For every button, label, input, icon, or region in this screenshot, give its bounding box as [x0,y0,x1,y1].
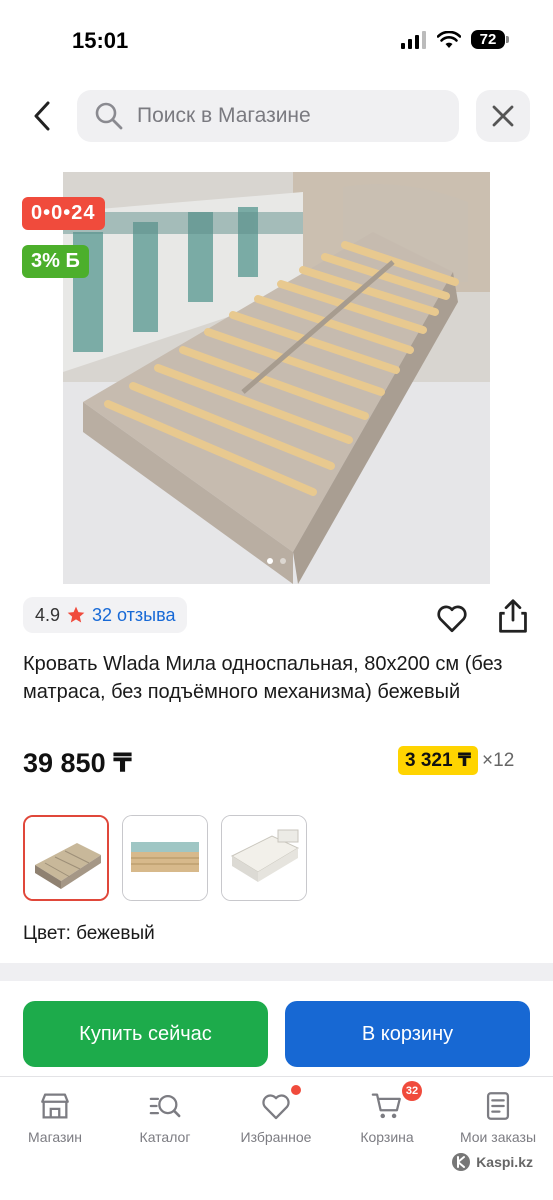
watermark-text: Kaspi.kz [476,1154,533,1170]
tab-favorites[interactable]: Избранное [221,1085,331,1145]
installment-info: 3 321 ₸ ×12 [398,746,514,775]
signal-icon [401,30,426,49]
search-icon [95,102,123,130]
product-price: 39 850 ₸ [23,748,132,778]
tab-label: Избранное [240,1129,312,1145]
share-icon [499,599,527,633]
battery-indicator: 72 [471,30,509,49]
rating-value: 4.9 [35,604,61,625]
bed-thumb-image [123,816,207,900]
chevron-left-icon [34,101,50,131]
installment-amount: 3 321 ₸ [398,746,479,775]
status-icons: 72 [401,30,509,49]
heart-icon [437,605,467,633]
tab-orders[interactable]: Мои заказы [443,1089,553,1145]
rating-pill[interactable]: 4.9 32 отзыва [23,597,188,633]
reviews-link[interactable]: 32 отзыва [92,605,175,626]
search-input[interactable]: Поиск в Магазине [77,90,459,142]
variant-thumb-3[interactable] [221,815,307,901]
heart-icon [262,1094,290,1120]
store-icon [41,1093,69,1119]
search-placeholder: Поиск в Магазине [137,104,311,127]
tab-label: Магазин [27,1129,82,1145]
product-title: Кровать Wlada Мила односпальная, 80x200 … [23,653,503,703]
add-to-cart-button[interactable]: В корзину [285,1001,530,1067]
tab-label: Корзина [360,1129,414,1145]
product-image[interactable] [63,172,490,584]
close-icon [492,105,514,127]
timer-badge: 0•0•24 [22,197,105,230]
back-button[interactable] [22,96,62,136]
cashback-badge: 3% Б [22,245,89,278]
variant-thumb-1[interactable] [23,815,109,901]
bed-photo [63,172,490,584]
tab-store[interactable]: Магазин [0,1089,110,1145]
catalog-search-icon [149,1094,181,1118]
tab-label: Каталог [139,1129,191,1145]
tab-catalog[interactable]: Каталог [110,1089,220,1145]
action-area: Купить сейчас В корзину [0,981,553,1076]
share-button[interactable] [496,598,530,634]
favorite-button[interactable] [434,600,470,636]
color-label: Цвет: бежевый [23,923,155,944]
kaspi-logo-icon [452,1153,471,1171]
close-button[interactable] [476,90,530,142]
star-icon [67,606,85,623]
kaspi-watermark: Kaspi.kz [451,1152,533,1172]
notification-dot [291,1085,301,1095]
buy-now-button[interactable]: Купить сейчас [23,1001,268,1067]
section-divider [0,963,553,981]
bed-thumb-image [25,817,107,899]
installment-months: ×12 [482,749,515,771]
tab-label: Мои заказы [459,1129,537,1145]
tab-cart[interactable]: 32 Корзина [332,1081,442,1145]
status-time: 15:01 [72,28,129,53]
variant-thumbnails [23,815,307,901]
cart-count-badge: 32 [402,1081,422,1101]
variant-thumb-2[interactable] [122,815,208,901]
top-bar: Поиск в Магазине [0,88,553,144]
bottom-tab-bar: Магазин Каталог Избранное 32 Корзина Мои… [0,1076,553,1200]
bed-thumb-image [222,816,306,900]
wifi-icon [437,30,461,48]
cart-icon [371,1093,401,1119]
status-bar: 15:01 72 [0,0,553,80]
orders-icon [486,1092,510,1120]
